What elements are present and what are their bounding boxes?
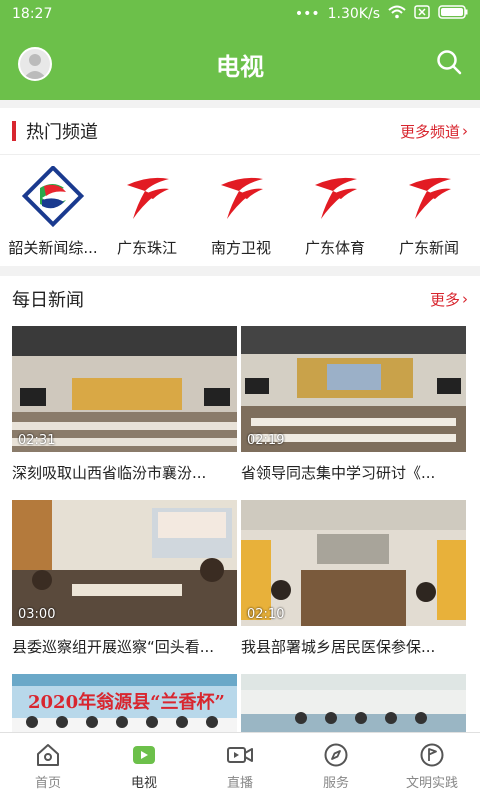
compass-icon — [324, 743, 348, 767]
news-title: 深刻吸取山西省临汾市襄汾... — [12, 464, 207, 482]
channel-list: 韶关新闻综... 广东珠江 南方卫视 广东体育 广东新闻 — [0, 154, 480, 266]
hot-channels-title: 热门频道 — [26, 122, 98, 143]
video-thumbnail: 2020年翁源县“兰香杯” — [12, 674, 237, 740]
chevron-right-icon: › — [462, 290, 468, 308]
more-dots-icon: ••• — [294, 6, 320, 22]
channel-item[interactable]: 韶关新闻综... — [6, 165, 100, 266]
video-thumbnail: 02:19 — [241, 326, 466, 452]
video-duration: 02:31 — [18, 433, 56, 448]
network-speed: 1.30K/s — [327, 6, 380, 22]
tab-label: 文明实践 — [405, 776, 458, 791]
news-title: 县委巡察组开展巡察“回头看... — [12, 638, 215, 656]
chevron-right-icon: › — [462, 122, 468, 140]
section-marker — [12, 121, 16, 141]
page-title: 电视 — [216, 52, 264, 81]
hot-channels-section: 热门频道 更多频道 › 韶关新闻综... 广东珠江 南方卫视 广东体育 广东新闻 — [0, 108, 480, 266]
channel-item[interactable]: 广东体育 — [288, 165, 382, 266]
tab-service[interactable]: 服务 — [288, 733, 384, 800]
tab-label: 直播 — [226, 776, 253, 791]
daily-news-title: 每日新闻 — [12, 290, 84, 311]
tab-civilization[interactable]: 文明实践 — [384, 733, 480, 800]
channel-item[interactable]: 广东珠江 — [100, 165, 194, 266]
news-card[interactable]: 02:19 省领导同志集中学习研讨《... — [241, 326, 466, 500]
status-bar: 18:27 ••• 1.30K/s — [0, 0, 480, 28]
channel-label: 广东珠江 — [116, 239, 177, 257]
video-duration: 02:19 — [247, 433, 285, 448]
video-camera-icon — [227, 747, 253, 763]
user-icon — [23, 54, 47, 79]
shaoguan-tv-logo-icon — [18, 165, 88, 229]
tab-label: 服务 — [322, 776, 349, 791]
search-icon[interactable] — [436, 49, 462, 79]
more-news-link[interactable]: 更多 › — [430, 289, 468, 310]
news-card[interactable]: 02:31 深刻吸取山西省临汾市襄汾... — [12, 326, 237, 500]
banner-text: 2020年翁源县“兰香杯” — [28, 692, 225, 713]
video-thumbnail — [241, 674, 466, 740]
news-title: 省领导同志集中学习研讨《... — [241, 464, 436, 482]
news-card[interactable]: 02:10 我县部署城乡居民医保参保... — [241, 500, 466, 674]
video-thumbnail: 02:31 — [12, 326, 237, 452]
bottom-tab-bar: 首页 电视 直播 服务 文明实践 — [0, 732, 480, 800]
gdtv-logo-icon — [394, 165, 464, 229]
more-channels-link[interactable]: 更多频道 › — [400, 121, 468, 142]
news-card[interactable]: 03:00 县委巡察组开展巡察“回头看... — [12, 500, 237, 674]
news-grid: 02:31 深刻吸取山西省临汾市襄汾... 02:19 省领导同志集中学习研讨《… — [0, 322, 480, 740]
video-thumbnail: 02:10 — [241, 500, 466, 626]
gdtv-logo-icon — [112, 165, 182, 229]
news-title: 我县部署城乡居民医保参保... — [241, 638, 436, 656]
video-duration: 03:00 — [18, 607, 56, 622]
more-news-label: 更多 — [429, 290, 460, 309]
daily-news-header: 每日新闻 更多 › — [0, 276, 480, 322]
battery-icon — [438, 5, 468, 23]
channel-label: 南方卫视 — [210, 239, 271, 257]
spacer — [0, 100, 480, 108]
more-channels-label: 更多频道 — [399, 122, 460, 141]
tab-label: 电视 — [130, 776, 157, 791]
wifi-icon — [388, 5, 406, 23]
gdtv-logo-icon — [300, 165, 370, 229]
news-card[interactable]: 2020年翁源县“兰香杯” — [12, 674, 237, 740]
tv-play-icon — [133, 746, 155, 764]
flag-circle-icon — [420, 743, 444, 767]
daily-news-section: 每日新闻 更多 › 02:31 深刻吸取山西省临汾市襄汾... 02:19 省领… — [0, 276, 480, 750]
home-icon — [37, 744, 59, 766]
channel-label: 广东新闻 — [398, 239, 459, 257]
app-bar: 电视 — [0, 28, 480, 100]
gdtv-logo-icon — [206, 165, 276, 229]
tab-home[interactable]: 首页 — [0, 733, 96, 800]
news-card[interactable] — [241, 674, 466, 740]
spacer — [0, 266, 480, 276]
tab-label: 首页 — [34, 776, 61, 791]
video-duration: 02:10 — [247, 607, 285, 622]
video-thumbnail: 03:00 — [12, 500, 237, 626]
tab-tv[interactable]: 电视 — [96, 733, 192, 800]
tab-live[interactable]: 直播 — [192, 733, 288, 800]
channel-label: 韶关新闻综... — [8, 239, 98, 257]
hot-channels-header: 热门频道 更多频道 › — [0, 108, 480, 154]
channel-item[interactable]: 广东新闻 — [382, 165, 476, 266]
channel-item[interactable]: 南方卫视 — [194, 165, 288, 266]
avatar[interactable] — [18, 47, 52, 81]
sim-icon — [414, 5, 430, 23]
status-time: 18:27 — [12, 6, 53, 22]
channel-label: 广东体育 — [304, 239, 365, 257]
